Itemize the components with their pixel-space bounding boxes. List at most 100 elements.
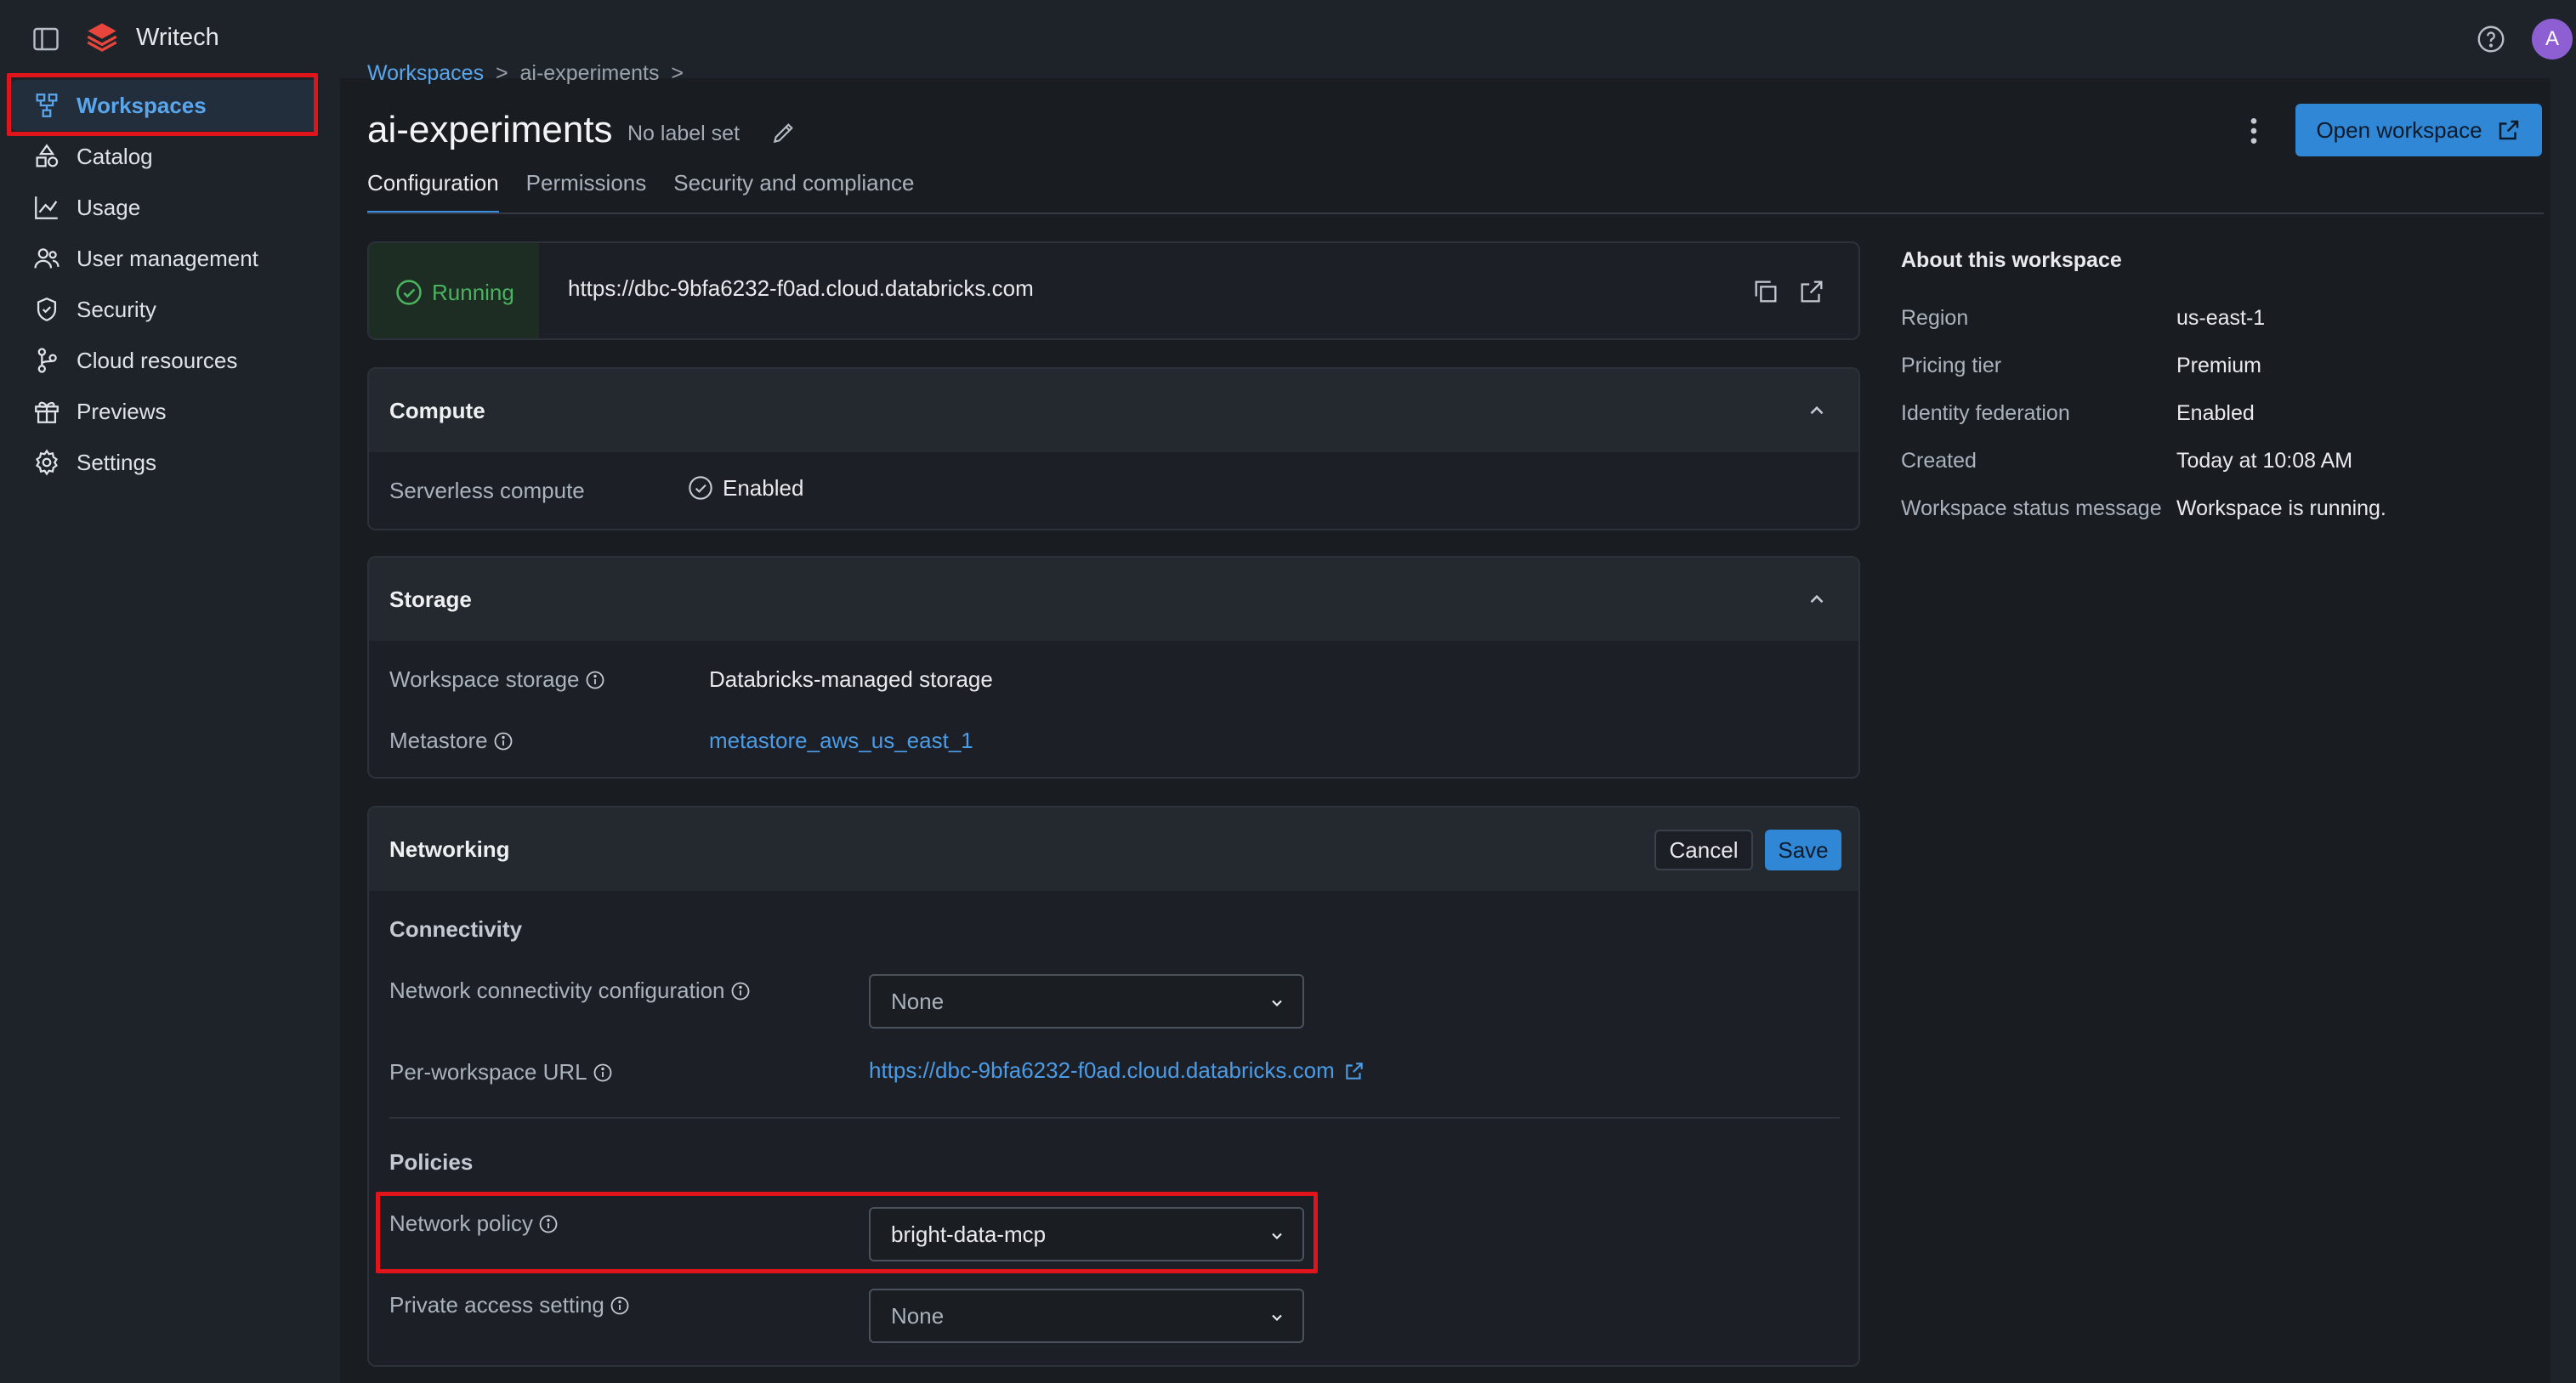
workspace-url: https://dbc-9bfa6232-f0ad.cloud.databric… <box>568 275 1034 301</box>
metastore-label: Metastore <box>389 728 513 754</box>
sidebar-item-label: Workspaces <box>77 92 207 118</box>
metastore-link[interactable]: metastore_aws_us_east_1 <box>709 728 973 754</box>
policies-section-title: Policies <box>389 1149 474 1175</box>
serverless-compute-label-text: Serverless compute <box>389 478 585 503</box>
serverless-compute-label: Serverless compute <box>389 478 585 504</box>
sidebar-item-previews[interactable]: Previews <box>12 386 316 437</box>
private-access-select[interactable]: None <box>869 1289 1304 1343</box>
app-name: Writech <box>136 24 219 51</box>
copy-icon[interactable] <box>1751 277 1780 306</box>
help-icon[interactable] <box>2476 24 2506 54</box>
workspace-storage-label: Workspace storage <box>389 666 605 693</box>
scrollbar-track[interactable] <box>2550 78 2576 1383</box>
check-circle-icon <box>396 280 422 305</box>
about-status-message-value: Workspace is running. <box>2176 496 2386 520</box>
sidebar-item-cloud-resources[interactable]: Cloud resources <box>12 335 316 386</box>
ncc-select[interactable]: None <box>869 974 1304 1029</box>
ncc-label: Network connectivity configuration <box>389 978 751 1004</box>
sidebar-item-usage[interactable]: Usage <box>12 182 316 233</box>
tab-divider <box>367 213 2544 214</box>
sidebar-item-label: Settings <box>77 449 156 475</box>
sidebar-item-catalog[interactable]: Catalog <box>12 131 316 182</box>
networking-card: Networking Cancel Save Connectivity Netw… <box>367 806 1860 1367</box>
about-pricing-tier-label: Pricing tier <box>1901 354 2002 377</box>
cloud-resources-icon <box>37 348 57 373</box>
about-identity-federation-label: Identity federation <box>1901 401 2070 425</box>
per-workspace-url-text: https://dbc-9bfa6232-f0ad.cloud.databric… <box>869 1057 1335 1083</box>
about-identity-federation-value: Enabled <box>2176 401 2255 425</box>
storage-card: Storage Workspace storage Databricks-man… <box>367 556 1860 779</box>
networking-title: Networking <box>389 836 510 862</box>
tab-security-and-compliance[interactable]: Security and compliance <box>673 170 914 214</box>
breadcrumb-current[interactable]: ai-experiments <box>520 61 660 85</box>
networking-header: Networking Cancel Save <box>369 808 1858 891</box>
sidebar-toggle-icon[interactable] <box>31 24 61 54</box>
storage-title: Storage <box>389 586 472 612</box>
info-icon[interactable] <box>610 1295 630 1316</box>
breadcrumb-separator: > <box>496 61 508 85</box>
per-workspace-url-label-text: Per-workspace URL <box>389 1059 587 1085</box>
breadcrumb-workspaces-link[interactable]: Workspaces <box>367 61 484 85</box>
check-circle-icon <box>689 476 712 500</box>
page-title: ai-experiments <box>367 109 613 150</box>
chevron-up-icon[interactable] <box>1806 400 1828 422</box>
info-icon[interactable] <box>538 1214 559 1234</box>
chevron-down-icon <box>1272 1314 1282 1322</box>
external-link-icon <box>1346 1062 1363 1080</box>
sidebar-item-label: Cloud resources <box>77 347 238 373</box>
workspaces-icon <box>36 94 58 117</box>
info-icon[interactable] <box>593 1063 613 1083</box>
compute-header[interactable]: Compute <box>369 369 1858 452</box>
serverless-compute-status: Enabled <box>723 474 804 501</box>
breadcrumb-separator: > <box>671 61 684 85</box>
ncc-label-text: Network connectivity configuration <box>389 978 725 1003</box>
about-pricing-tier-value: Premium <box>2176 354 2262 377</box>
compute-card: Compute Serverless compute Enabled <box>367 367 1860 530</box>
sidebar-item-label: User management <box>77 245 258 271</box>
sidebar-item-user-management[interactable]: User management <box>12 233 316 284</box>
chevron-down-icon <box>1272 1233 1282 1240</box>
sidebar-item-label: Previews <box>77 398 167 424</box>
connectivity-section-title: Connectivity <box>389 916 523 942</box>
about-created-value: Today at 10:08 AM <box>2176 449 2353 473</box>
avatar[interactable]: A <box>2532 19 2573 60</box>
info-icon[interactable] <box>585 670 605 690</box>
sidebar-item-security[interactable]: Security <box>12 284 316 335</box>
ncc-select-value: None <box>891 988 945 1014</box>
sidebar-item-settings[interactable]: Settings <box>12 437 316 488</box>
serverless-compute-value: Enabled <box>687 474 803 502</box>
sidebar: Workspaces Catalog Usage User management… <box>0 78 340 1383</box>
per-workspace-url-link[interactable]: https://dbc-9bfa6232-f0ad.cloud.databric… <box>869 1057 1365 1084</box>
metastore-label-text: Metastore <box>389 728 488 753</box>
status-text: Running <box>432 279 514 305</box>
pencil-icon[interactable] <box>770 119 797 146</box>
usage-chart-icon <box>35 196 58 219</box>
gift-icon <box>35 401 59 423</box>
section-divider <box>389 1117 1840 1119</box>
brand-logo-icon[interactable] <box>85 20 119 54</box>
network-policy-select[interactable]: bright-data-mcp <box>869 1207 1304 1261</box>
about-status-message-label: Workspace status message <box>1901 496 2162 520</box>
private-access-label: Private access setting <box>389 1292 630 1318</box>
chevron-down-icon <box>1272 1000 1282 1007</box>
info-icon[interactable] <box>493 731 513 751</box>
save-button[interactable]: Save <box>1765 830 1841 870</box>
network-policy-label-text: Network policy <box>389 1210 534 1236</box>
network-policy-select-value: bright-data-mcp <box>891 1221 1047 1247</box>
sidebar-item-workspaces[interactable]: Workspaces <box>12 80 316 131</box>
cancel-button[interactable]: Cancel <box>1654 830 1753 870</box>
status-badge: Running <box>369 243 539 338</box>
more-options-icon[interactable] <box>2241 114 2267 148</box>
per-workspace-url-label: Per-workspace URL <box>389 1059 613 1085</box>
storage-header[interactable]: Storage <box>369 558 1858 641</box>
open-workspace-button[interactable]: Open workspace <box>2295 104 2542 156</box>
external-link-icon[interactable] <box>1797 277 1826 306</box>
tab-configuration[interactable]: Configuration <box>367 170 499 214</box>
sidebar-item-label: Catalog <box>77 143 153 169</box>
sidebar-item-label: Security <box>77 296 156 322</box>
chevron-up-icon[interactable] <box>1806 588 1828 610</box>
info-icon[interactable] <box>730 981 751 1001</box>
breadcrumb: Workspaces > ai-experiments > <box>367 61 684 85</box>
private-access-label-text: Private access setting <box>389 1292 604 1318</box>
tab-permissions[interactable]: Permissions <box>526 170 647 214</box>
